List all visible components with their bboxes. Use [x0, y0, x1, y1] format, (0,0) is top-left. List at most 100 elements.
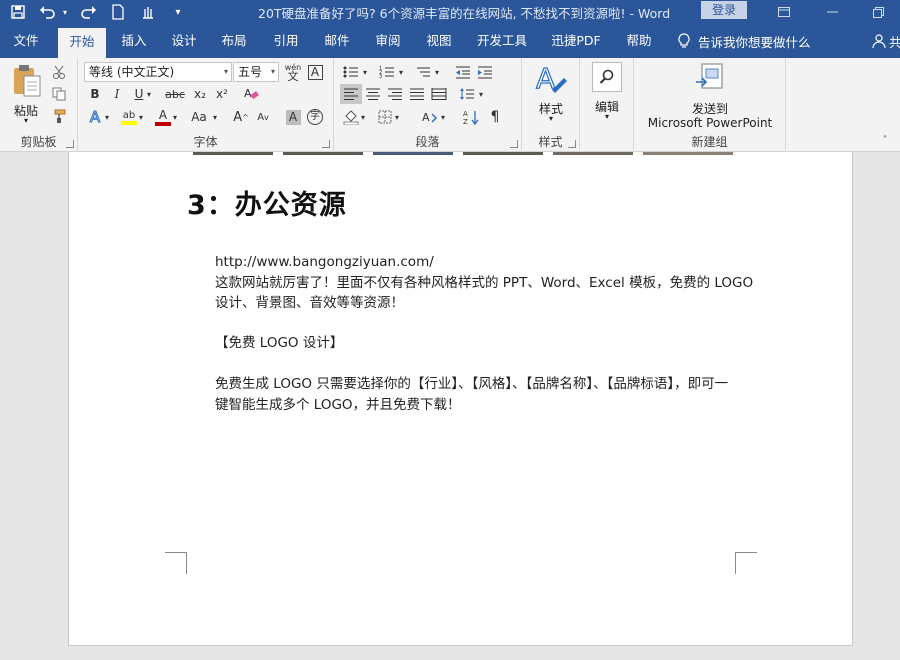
ribbon-tabs: 文件 开始 插入 设计 布局 引用 邮件 审阅 视图 开发工具 迅捷PDF 帮助…	[0, 24, 900, 58]
clear-formatting-icon[interactable]: A	[240, 84, 262, 104]
tab-help[interactable]: 帮助	[617, 24, 661, 58]
customize-qat-icon[interactable]: ▾	[166, 1, 190, 23]
numbering-dropdown-icon[interactable]: ▾	[396, 62, 406, 82]
cut-icon[interactable]	[48, 62, 70, 82]
tab-layout[interactable]: 布局	[212, 24, 256, 58]
lightbulb-icon	[678, 33, 690, 48]
image-strip-4	[463, 152, 543, 155]
sort-icon[interactable]: AZ	[460, 107, 482, 127]
line-spacing-dropdown-icon[interactable]: ▾	[476, 84, 486, 104]
styles-group: A 样式 ▾ 样式	[522, 58, 580, 152]
font-color-swatch	[155, 121, 171, 126]
logo-description-line-2: 键智能生成多个 LOGO，并且免费下载！	[215, 397, 461, 413]
change-case-button[interactable]: Aa	[186, 107, 212, 127]
tab-review[interactable]: 审阅	[366, 24, 410, 58]
styles-launcher-icon[interactable]	[568, 140, 576, 148]
styles-button[interactable]: A 样式 ▾	[526, 62, 576, 128]
italic-button[interactable]: I	[106, 84, 128, 104]
bullets-dropdown-icon[interactable]: ▾	[360, 62, 370, 82]
save-icon[interactable]	[6, 1, 30, 23]
tab-developer[interactable]: 开发工具	[472, 24, 532, 58]
multilevel-dropdown-icon[interactable]: ▾	[432, 62, 442, 82]
character-shading-icon[interactable]: A	[282, 107, 304, 127]
margin-corner-left	[165, 552, 187, 574]
justify-icon[interactable]	[406, 84, 428, 104]
new-group: 发送到 Microsoft PowerPoint 新建组	[634, 58, 786, 152]
paste-button[interactable]: 粘贴 ▾	[6, 64, 46, 126]
tab-view[interactable]: 视图	[417, 24, 461, 58]
copy-icon[interactable]	[48, 84, 70, 104]
send-to-powerpoint-button[interactable]: 发送到 Microsoft PowerPoint	[640, 62, 780, 130]
undo-dropdown-icon[interactable]: ▾	[60, 1, 70, 23]
distributed-icon[interactable]	[428, 84, 450, 104]
borders-dropdown-icon[interactable]: ▾	[392, 107, 402, 127]
send-to-line2: Microsoft PowerPoint	[647, 116, 773, 130]
multilevel-list-icon[interactable]	[412, 62, 434, 82]
undo-icon[interactable]	[36, 1, 60, 23]
editing-button[interactable]: 编辑 ▾	[584, 62, 630, 128]
collapse-ribbon-icon[interactable]: ˄	[874, 130, 896, 150]
increase-indent-icon[interactable]	[474, 62, 496, 82]
tab-file[interactable]: 文件	[4, 24, 48, 58]
decrease-indent-icon[interactable]	[452, 62, 474, 82]
align-center-icon[interactable]	[362, 84, 384, 104]
image-strip-6	[643, 152, 733, 155]
enclose-characters-button[interactable]: 字	[304, 107, 326, 127]
font-size-value: 五号	[238, 65, 263, 79]
numbering-icon[interactable]: 123	[376, 62, 398, 82]
chinese-layout-dropdown-icon[interactable]: ▾	[438, 107, 448, 127]
tab-references[interactable]: 引用	[264, 24, 308, 58]
superscript-button[interactable]: x²	[211, 84, 233, 104]
paragraph-launcher-icon[interactable]	[510, 140, 518, 148]
tab-home[interactable]: 开始	[58, 28, 106, 58]
format-painter-icon[interactable]	[48, 106, 70, 126]
font-group: 等线 (中文正文) ▾ 五号 ▾ wén 文 A B I U ▾ abc x₂ …	[78, 58, 334, 152]
change-case-dropdown-icon[interactable]: ▾	[210, 107, 220, 127]
strikethrough-button[interactable]: abc	[162, 84, 188, 104]
touch-mode-icon[interactable]	[136, 1, 160, 23]
highlight-dropdown-icon[interactable]: ▾	[136, 107, 146, 127]
tab-xunjie-pdf[interactable]: 迅捷PDF	[546, 24, 606, 58]
shading-dropdown-icon[interactable]: ▾	[358, 107, 368, 127]
line-spacing-icon[interactable]	[456, 84, 478, 104]
tab-mailings[interactable]: 邮件	[315, 24, 359, 58]
clipboard-group: 粘贴 ▾ 剪贴板	[0, 58, 78, 152]
paragraph-group-label: 段落	[415, 135, 440, 149]
align-left-icon[interactable]	[340, 84, 362, 104]
character-border-icon[interactable]: A	[304, 62, 326, 82]
show-hide-marks-icon[interactable]: ¶	[484, 107, 506, 127]
font-launcher-icon[interactable]	[322, 140, 330, 148]
new-document-icon[interactable]	[106, 1, 130, 23]
align-right-icon[interactable]	[384, 84, 406, 104]
paste-icon	[14, 65, 41, 97]
person-icon	[872, 34, 886, 48]
text-effects-dropdown-icon[interactable]: ▾	[102, 107, 112, 127]
title-bar: ▾ ▾ 20T硬盘准备好了吗? 6个资源丰富的在线网站, 不愁找不到资源啦! -…	[0, 0, 900, 24]
font-size-select[interactable]: 五号 ▾	[233, 62, 279, 82]
phonetic-guide-button[interactable]: wén 文	[282, 62, 304, 82]
restore-icon[interactable]	[856, 0, 900, 24]
document-page[interactable]: 3：办公资源 http://www.bangongziyuan.com/ 这款网…	[68, 152, 853, 646]
font-name-select[interactable]: 等线 (中文正文) ▾	[84, 62, 232, 82]
minimize-icon[interactable]	[810, 0, 854, 24]
svg-text:A: A	[536, 62, 555, 94]
font-color-dropdown-icon[interactable]: ▾	[170, 107, 180, 127]
tab-insert[interactable]: 插入	[112, 24, 156, 58]
tell-me-box[interactable]: 告诉我你想要做什么	[678, 24, 811, 58]
share-button[interactable]: 共	[872, 24, 900, 58]
tab-design[interactable]: 设计	[162, 24, 206, 58]
logo-section-title: 【免费 LOGO 设计】	[215, 335, 344, 351]
font-name-dropdown-icon: ▾	[223, 67, 228, 76]
ribbon-display-options-icon[interactable]	[762, 0, 806, 24]
subscript-button[interactable]: x₂	[189, 84, 211, 104]
bullets-icon[interactable]	[340, 62, 362, 82]
svg-text:Z: Z	[463, 118, 468, 125]
shrink-font-button[interactable]: Av	[252, 107, 274, 127]
underline-dropdown-icon[interactable]: ▾	[144, 84, 154, 104]
login-button[interactable]: 登录	[701, 1, 747, 19]
redo-icon[interactable]	[76, 1, 100, 23]
shrink-font-label: A	[257, 111, 265, 123]
clipboard-launcher-icon[interactable]	[66, 140, 74, 148]
grow-font-button[interactable]: A ^	[230, 107, 252, 127]
bold-button[interactable]: B	[84, 84, 106, 104]
